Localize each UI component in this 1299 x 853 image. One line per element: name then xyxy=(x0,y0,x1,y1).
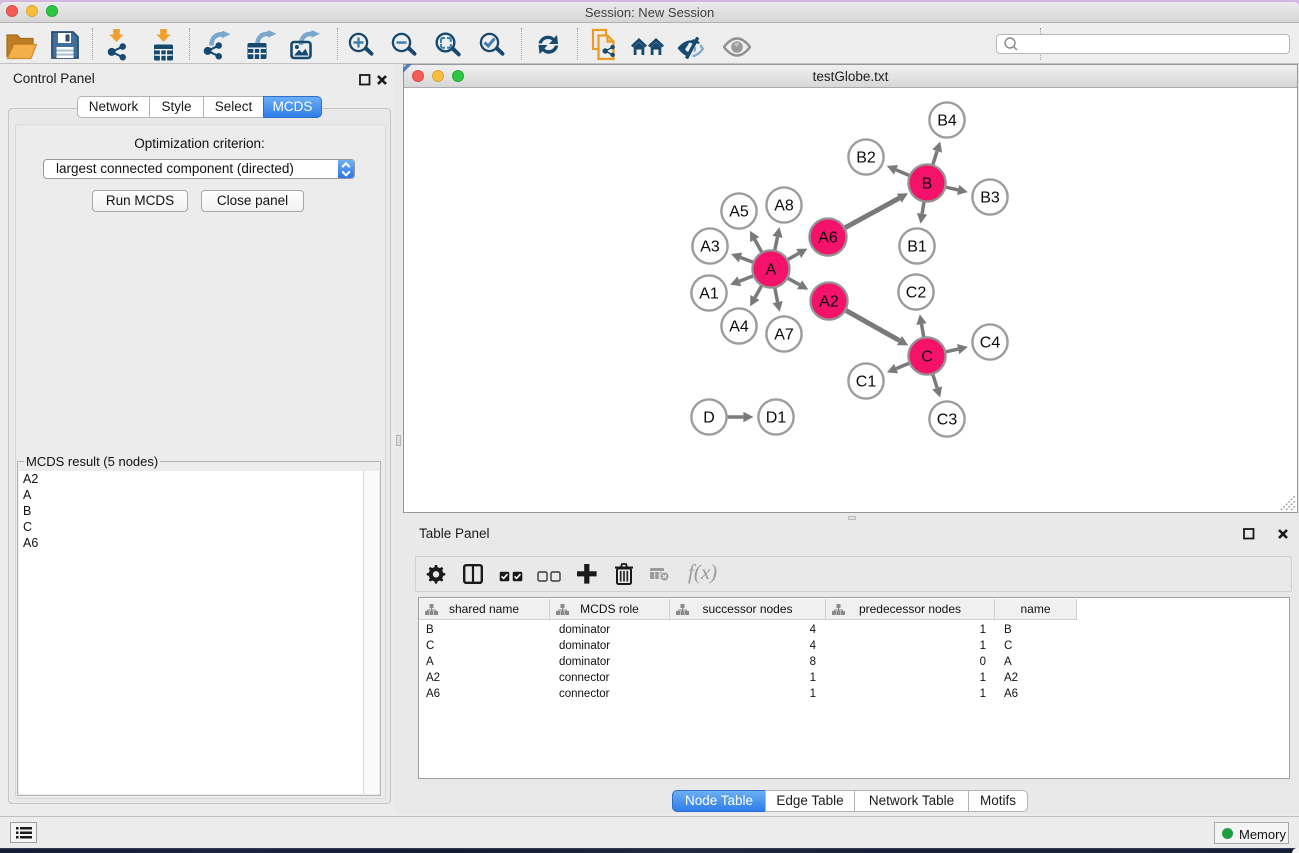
svg-text:A3: A3 xyxy=(700,239,720,256)
svg-text:B2: B2 xyxy=(856,150,876,167)
svg-text:B3: B3 xyxy=(980,190,1000,207)
svg-text:C4: C4 xyxy=(980,335,1001,352)
svg-text:A1: A1 xyxy=(699,286,719,303)
svg-text:B1: B1 xyxy=(907,239,927,256)
svg-text:C: C xyxy=(921,349,933,366)
svg-text:D1: D1 xyxy=(766,410,787,427)
svg-text:B: B xyxy=(922,176,933,193)
svg-text:A7: A7 xyxy=(774,327,794,344)
svg-text:A8: A8 xyxy=(774,198,794,215)
svg-text:C3: C3 xyxy=(937,412,958,429)
svg-text:A: A xyxy=(766,262,777,279)
svg-text:A5: A5 xyxy=(729,204,749,221)
svg-text:A4: A4 xyxy=(729,319,749,336)
svg-text:D: D xyxy=(703,410,715,427)
svg-text:A6: A6 xyxy=(818,230,838,247)
svg-text:C2: C2 xyxy=(906,285,927,302)
svg-text:B4: B4 xyxy=(937,113,957,130)
svg-text:A2: A2 xyxy=(819,294,839,311)
svg-text:C1: C1 xyxy=(856,374,877,391)
